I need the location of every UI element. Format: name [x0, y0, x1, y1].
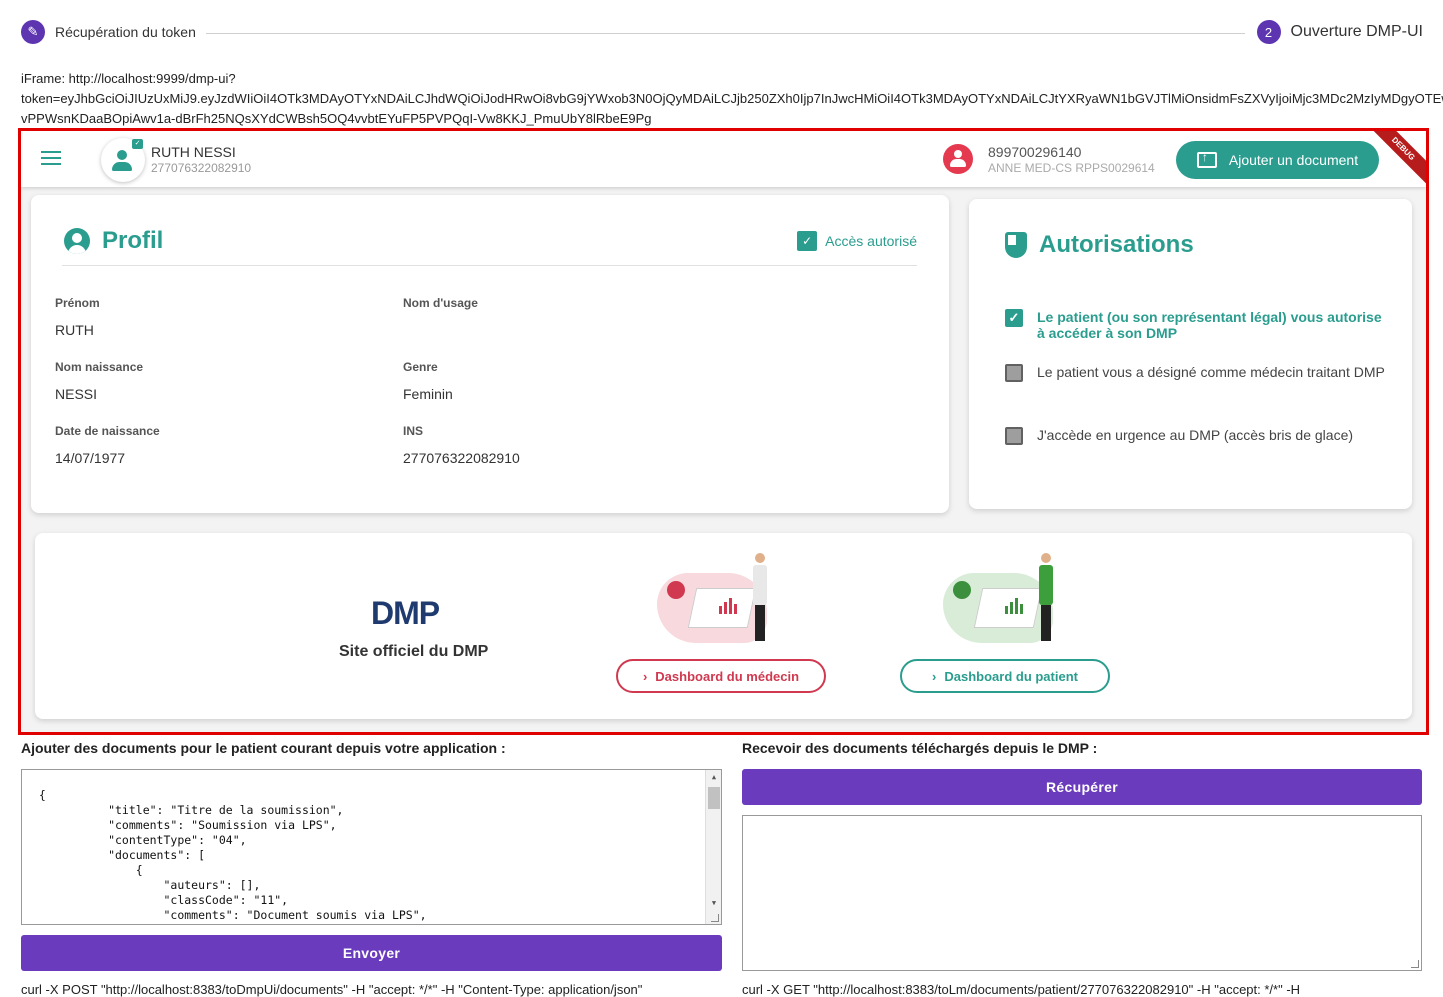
- doctor-dashboard-illustration: [657, 553, 787, 653]
- resize-grip-icon[interactable]: [711, 914, 719, 922]
- scroll-up-icon[interactable]: ▲: [706, 770, 721, 784]
- profil-title: Profil: [102, 227, 164, 254]
- patient-ins: 277076322082910: [151, 161, 252, 175]
- iframe-url-line1: iFrame: http://localhost:9999/dmp-ui?: [21, 71, 236, 86]
- scroll-thumb[interactable]: [708, 787, 720, 809]
- access-status: ✓ Accès autorisé: [797, 231, 917, 251]
- receive-docs-heading: Recevoir des documents téléchargés depui…: [742, 740, 1098, 756]
- patient-dashboard-illustration: [943, 553, 1073, 653]
- field-value: NESSI: [55, 386, 98, 402]
- curl-get-command: curl -X GET "http://localhost:8383/toLm/…: [742, 982, 1301, 997]
- add-docs-heading: Ajouter des documents pour le patient co…: [21, 740, 506, 756]
- autorisations-card: Autorisations ✓ Le patient (ou son repré…: [969, 199, 1412, 509]
- dashboard-patient-label: Dashboard du patient: [944, 668, 1078, 684]
- access-status-label: Accès autorisé: [825, 233, 917, 249]
- auth-item-label: Le patient vous a désigné comme médecin …: [1037, 364, 1385, 380]
- json-payload-text: { "title": "Titre de la soumission", "co…: [38, 788, 427, 924]
- doctor-avatar-icon: [943, 144, 973, 174]
- step-token[interactable]: ✎ Récupération du token: [21, 20, 196, 44]
- stepper: ✎ Récupération du token 2 Ouverture DMP-…: [21, 20, 1423, 46]
- field-label: Date de naissance: [55, 424, 160, 438]
- dmp-topbar: ✓ RUTH NESSI 277076322082910 89970029614…: [21, 131, 1426, 187]
- add-document-button[interactable]: Ajouter un document: [1176, 141, 1379, 179]
- step-dmp-ui-label: Ouverture DMP-UI: [1290, 23, 1423, 40]
- resize-grip-icon[interactable]: [1411, 960, 1419, 968]
- field-value: 14/07/1977: [55, 450, 126, 466]
- field-value: RUTH: [55, 322, 94, 338]
- auth-item-label: J'accède en urgence au DMP (accès bris d…: [1037, 427, 1354, 443]
- checkbox-unchecked-icon[interactable]: [1005, 427, 1023, 445]
- shield-icon: [1005, 232, 1027, 258]
- dmp-logo[interactable]: DMP: [371, 595, 461, 635]
- menu-icon[interactable]: [41, 151, 61, 167]
- step-dmp-ui[interactable]: 2 Ouverture DMP-UI: [1256, 20, 1423, 44]
- profil-card: Profil ✓ Accès autorisé Prénom RUTH Nom …: [31, 195, 949, 513]
- field-prenom: Prénom RUTH: [55, 296, 100, 338]
- dmp-logo-text: DMP: [371, 595, 440, 631]
- auth-bris-de-glace[interactable]: J'accède en urgence au DMP (accès bris d…: [1005, 427, 1385, 445]
- doctor-name: ANNE MED-CS RPPS0029614: [988, 161, 1155, 175]
- step-number: 2: [1256, 20, 1281, 44]
- dashboard-medecin-label: Dashboard du médecin: [655, 668, 800, 684]
- scroll-down-icon[interactable]: ▼: [706, 896, 721, 910]
- dashboard-medecin-button[interactable]: › Dashboard du médecin: [616, 659, 826, 693]
- field-ins: INS 277076322082910: [403, 424, 520, 466]
- received-documents-textarea[interactable]: [742, 815, 1422, 971]
- field-date-naissance: Date de naissance 14/07/1977: [55, 424, 160, 466]
- checkbox-checked-icon[interactable]: ✓: [1005, 309, 1023, 327]
- field-label: INS: [403, 424, 424, 438]
- upload-folder-icon: [1196, 150, 1217, 168]
- field-value: Feminin: [403, 386, 453, 402]
- profil-heading: Profil: [64, 227, 163, 255]
- send-button[interactable]: Envoyer: [21, 935, 722, 971]
- iframe-url-line3: vPPWsnKDaaBOpiAwv1a-dBrFh25NQsXYdCWBsh5O…: [21, 111, 652, 126]
- chevron-right-icon: ›: [642, 668, 648, 684]
- patient-name: RUTH NESSI: [151, 144, 236, 160]
- field-label: Prénom: [55, 296, 100, 310]
- field-genre: Genre Feminin: [403, 360, 453, 402]
- step-token-label: Récupération du token: [55, 24, 196, 40]
- field-label: Genre: [403, 360, 438, 374]
- field-nom-usage: Nom d'usage: [403, 296, 478, 322]
- user-circle-icon: [64, 228, 90, 254]
- json-payload-textarea[interactable]: { "title": "Titre de la soumission", "co…: [21, 769, 722, 925]
- add-document-label: Ajouter un document: [1228, 152, 1359, 168]
- dmp-ui-iframe: ✓ RUTH NESSI 277076322082910 89970029614…: [18, 128, 1429, 735]
- chevron-right-icon: ›: [932, 668, 937, 684]
- autorisations-heading: Autorisations: [1005, 231, 1194, 259]
- field-label: Nom d'usage: [403, 296, 478, 310]
- divider: [62, 265, 917, 266]
- dmp-check-icon: ✓: [797, 231, 818, 251]
- iframe-url-line2: token=eyJhbGciOiJIUzUxMiJ9.eyJzdWIiOiI4O…: [21, 91, 1443, 106]
- pencil-icon: ✎: [21, 20, 45, 44]
- checkbox-unchecked-icon[interactable]: [1005, 364, 1023, 382]
- dmp-site-label: Site officiel du DMP: [339, 643, 489, 660]
- fetch-button[interactable]: Récupérer: [742, 769, 1422, 805]
- dmp-links-card: DMP Site officiel du DMP › Dashboard du …: [35, 533, 1412, 719]
- field-nom-naissance: Nom naissance NESSI: [55, 360, 143, 402]
- field-value: 277076322082910: [403, 450, 520, 466]
- stepper-connector: [206, 33, 1245, 34]
- auth-patient-consent[interactable]: ✓ Le patient (ou son représentant légal)…: [1005, 309, 1385, 341]
- iframe-url: iFrame: http://localhost:9999/dmp-ui? to…: [21, 69, 1443, 129]
- auth-medecin-traitant[interactable]: Le patient vous a désigné comme médecin …: [1005, 364, 1385, 382]
- textarea-scrollbar[interactable]: ▲ ▼: [705, 770, 721, 924]
- curl-post-command: curl -X POST "http://localhost:8383/toDm…: [21, 982, 643, 997]
- field-label: Nom naissance: [55, 360, 144, 374]
- patient-avatar: ✓: [101, 138, 145, 182]
- dashboard-patient-button[interactable]: › Dashboard du patient: [900, 659, 1110, 693]
- doctor-rpps: 899700296140: [988, 144, 1082, 160]
- autorisations-title: Autorisations: [1039, 231, 1194, 258]
- auth-item-label: Le patient (ou son représentant légal) v…: [1037, 309, 1382, 341]
